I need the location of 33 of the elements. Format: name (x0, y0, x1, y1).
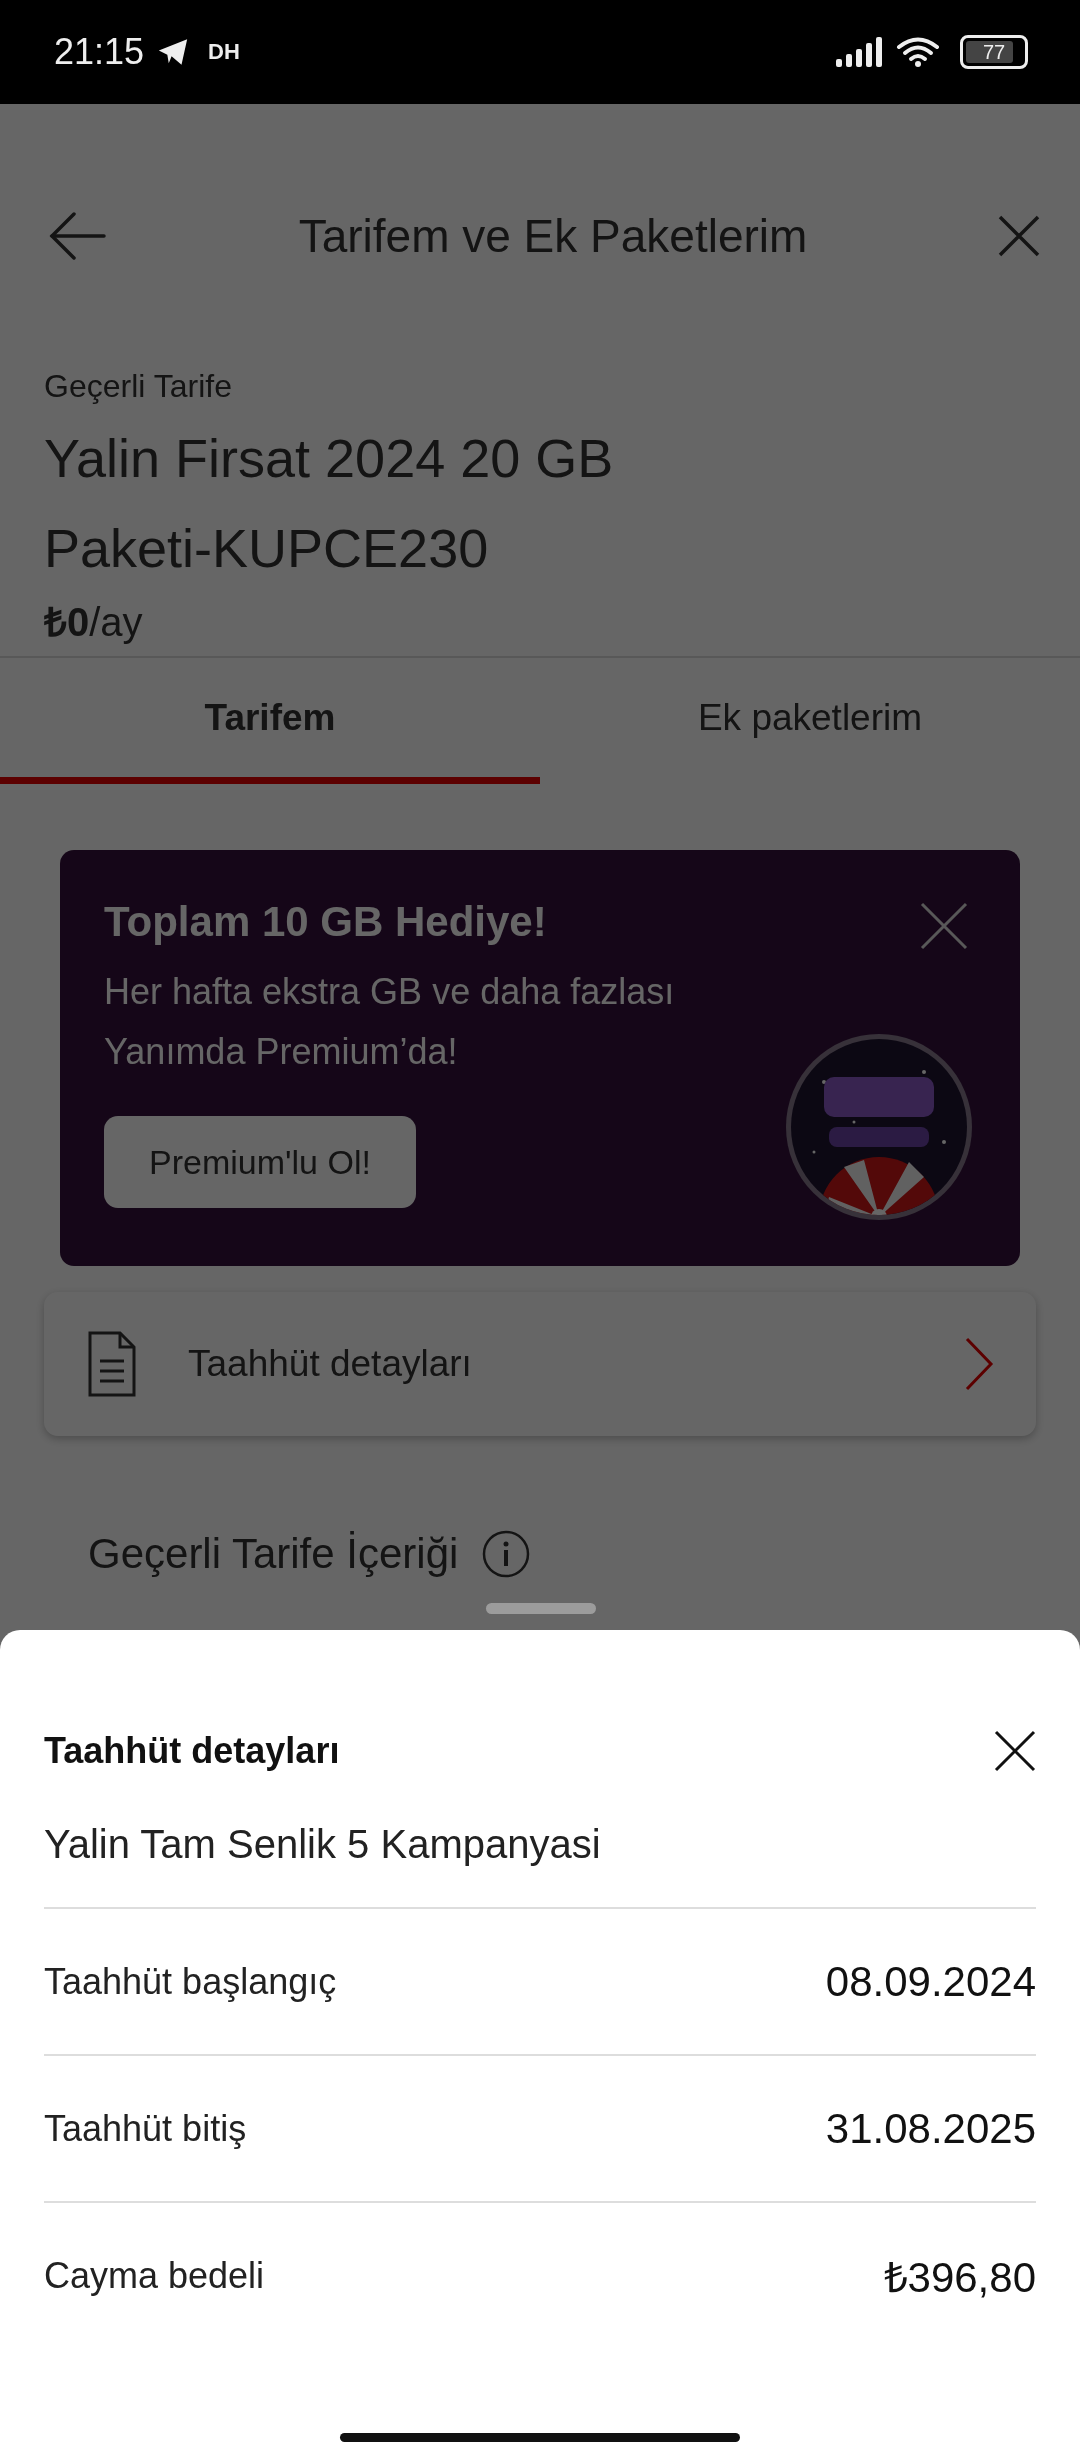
detail-value: ₺396,80 (883, 2253, 1036, 2303)
detail-label: Taahhüt bitiş (44, 2107, 247, 2150)
status-time: 21:15 (54, 31, 145, 73)
commitment-row[interactable]: Taahhüt detayları (44, 1292, 1036, 1436)
info-icon[interactable] (482, 1530, 531, 1578)
tariff-price: ₺0 (44, 599, 90, 646)
tariff-name: Yalin Firsat 2024 20 GB (44, 427, 614, 490)
promo-text: Yanımda Premium’da! (104, 1030, 458, 1074)
detail-value: 31.08.2025 (825, 2104, 1036, 2153)
drag-handle[interactable] (486, 1603, 596, 1614)
tab[interactable]: Ek paketlerim (540, 658, 1080, 784)
campaign-name: Yalin Tam Senlik 5 Kampanyasi (44, 1822, 1036, 1909)
page-title: Tarifem ve Ek Paketlerim (298, 209, 808, 263)
chevron-right-icon (964, 1336, 994, 1392)
wifi-icon (896, 36, 940, 68)
tariff-name: Paketi-KUPCE230 (44, 517, 489, 580)
card-title: Geçerli Tarife İçeriği (88, 1530, 459, 1578)
status-label: DH (208, 39, 240, 65)
row-label: Taahhüt detayları (188, 1343, 473, 1385)
sheet-title: Taahhüt detayları (44, 1730, 340, 1772)
price-period: /ay (89, 600, 143, 645)
tab[interactable]: Tarifem (0, 658, 540, 784)
detail-label: Cayma bedeli (44, 2254, 265, 2297)
close-icon[interactable] (994, 1730, 1036, 1772)
promo-title: Toplam 10 GB Hediye! (104, 898, 547, 946)
document-icon (86, 1329, 138, 1399)
promo-text: Her hafta ekstra GB ve daha fazlası (104, 970, 675, 1014)
detail-label: Taahhüt başlangıç (44, 1960, 337, 2003)
premium-button[interactable]: Premium'lu Ol! (104, 1116, 416, 1208)
tariff-label: Geçerli Tarife (44, 368, 232, 405)
signal-icon (836, 37, 884, 67)
battery-icon: 77 (960, 35, 1028, 69)
detail-value: 08.09.2024 (825, 1957, 1036, 2006)
